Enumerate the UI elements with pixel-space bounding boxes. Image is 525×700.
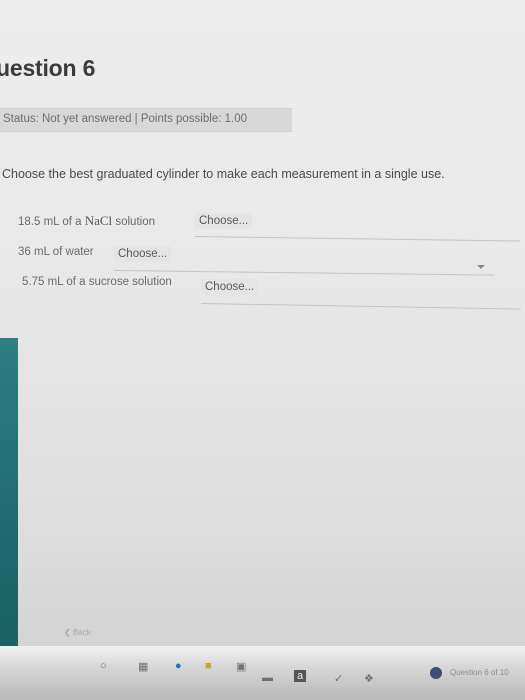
- back-button[interactable]: ❮ Back: [64, 628, 91, 637]
- row-2-select[interactable]: Choose...: [114, 246, 172, 262]
- row-2-label: 36 mL of water: [18, 246, 94, 258]
- taskbar-icon[interactable]: ▦: [138, 660, 148, 673]
- taskbar-icon[interactable]: ▣: [236, 660, 246, 673]
- chevron-down-icon[interactable]: [477, 265, 485, 269]
- row-3-select-underline: [200, 303, 521, 310]
- taskbar-icon[interactable]: ❖: [364, 672, 374, 685]
- row-3-select[interactable]: Choose...: [201, 279, 259, 295]
- row-2-label-pre: 36 mL of water: [18, 246, 94, 258]
- taskbar: ○ ▦ ● ■ ▣ ▬ a ✓ ❖: [0, 646, 525, 700]
- status-text: Status: Not yet answered | Points possib…: [3, 113, 247, 125]
- question-counter: Question 6 of 10: [450, 668, 509, 677]
- row-3-label-pre: 5.75 mL of a sucrose solution: [22, 276, 172, 288]
- page-title: uestion 6: [0, 55, 96, 81]
- status-dot: [430, 667, 442, 679]
- row-1-select-underline: [194, 236, 520, 242]
- row-1-label-post: solution: [112, 216, 155, 228]
- row-1-label-pre: 18.5 mL of a: [18, 216, 85, 228]
- row-2-select-underline: [113, 270, 494, 276]
- taskbar-icon[interactable]: ○: [100, 660, 107, 672]
- row-1-chem: NaCl: [84, 213, 113, 228]
- left-accent-strip: [0, 338, 18, 670]
- taskbar-icon[interactable]: ✓: [334, 672, 343, 685]
- row-1-label: 18.5 mL of a NaCl solution: [18, 213, 155, 229]
- page: uestion 6 Status: Not yet answered | Poi…: [0, 0, 525, 700]
- back-chevron-icon: ❮: [64, 628, 71, 637]
- taskbar-icon[interactable]: a: [294, 670, 307, 682]
- status-banner: Status: Not yet answered | Points possib…: [0, 108, 292, 132]
- taskbar-icon[interactable]: ●: [175, 660, 182, 672]
- taskbar-icon[interactable]: ▬: [262, 672, 273, 684]
- question-prompt: Choose the best graduated cylinder to ma…: [2, 167, 445, 181]
- row-1-select[interactable]: Choose...: [195, 213, 253, 229]
- row-3-label: 5.75 mL of a sucrose solution: [22, 276, 172, 288]
- taskbar-icon[interactable]: ■: [205, 660, 212, 672]
- back-label: Back: [72, 628, 91, 637]
